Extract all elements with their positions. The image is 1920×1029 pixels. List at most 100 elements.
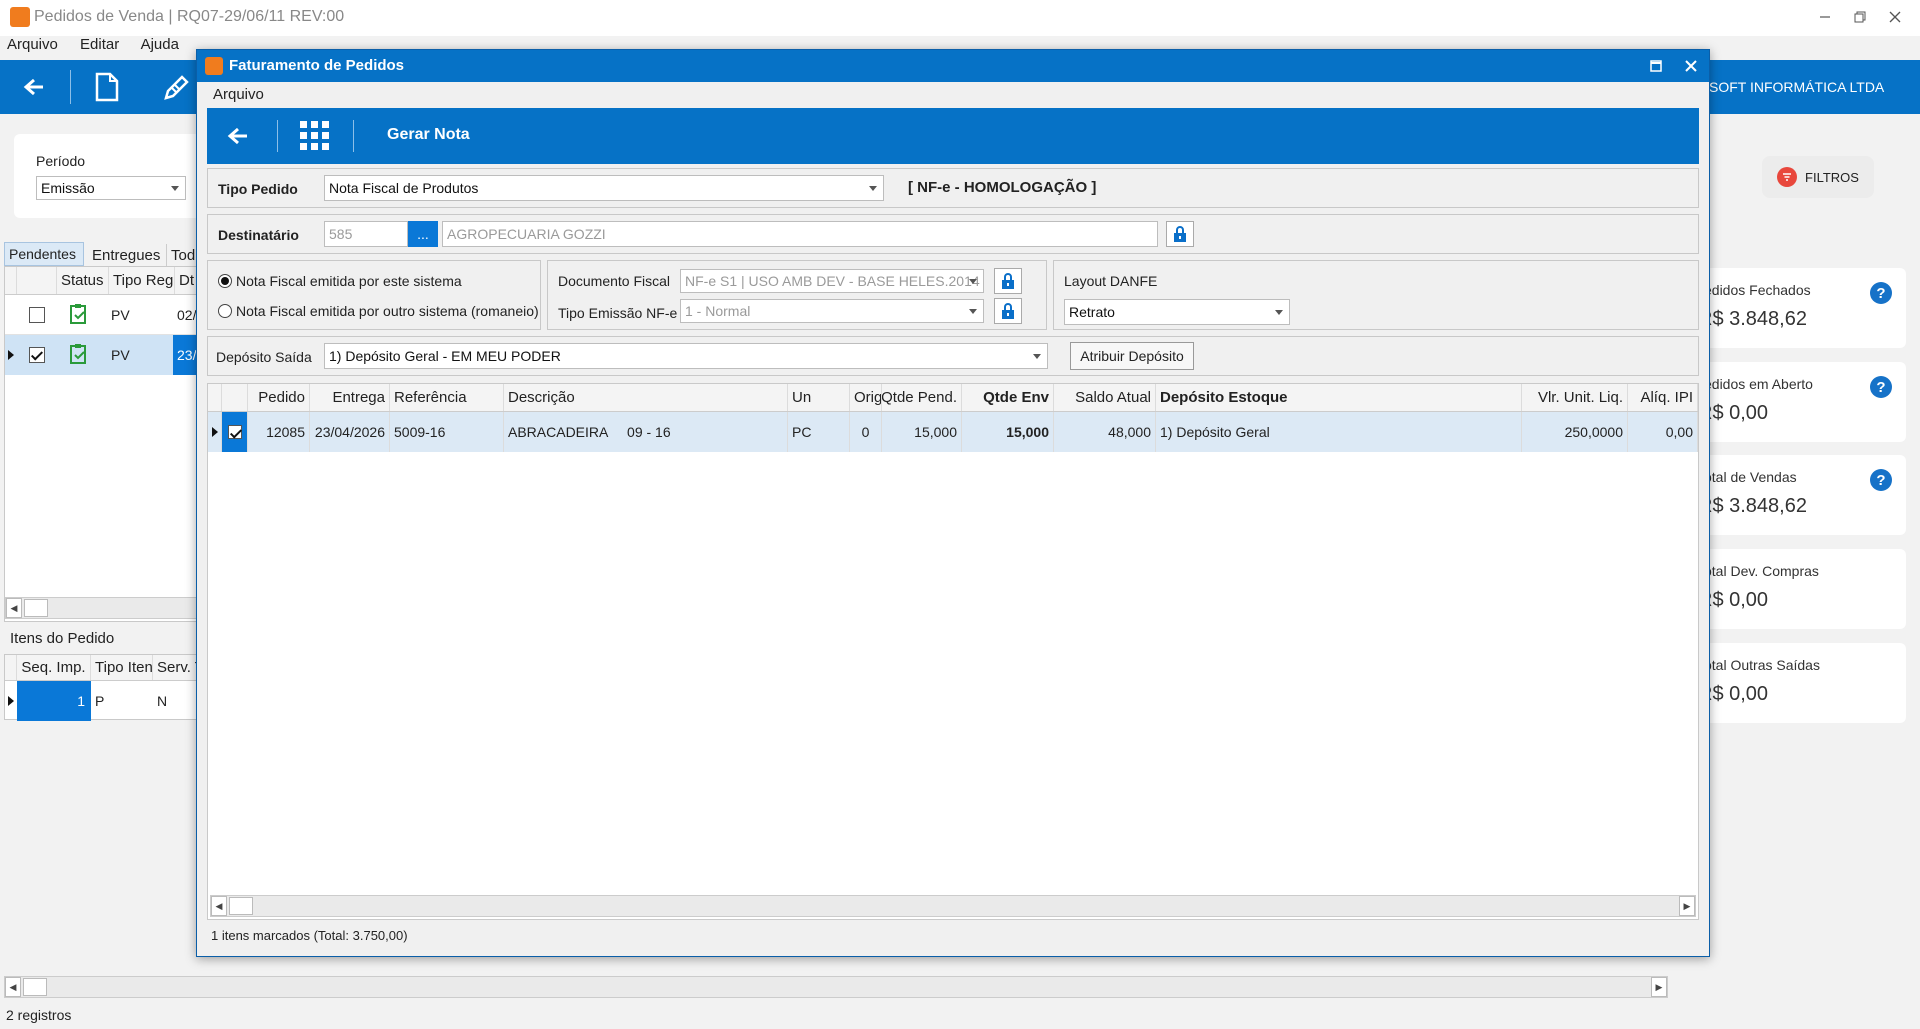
table-row-selected[interactable]: PV 23/ xyxy=(5,335,203,375)
col-deposito-estoque[interactable]: Depósito Estoque xyxy=(1156,384,1522,411)
col-un[interactable]: Un xyxy=(788,384,850,411)
cell-pedido: 12085 xyxy=(248,412,310,452)
table-row[interactable]: PV 02/ xyxy=(5,295,199,335)
emission-origin-panel: Nota Fiscal emitida por este sistema Not… xyxy=(207,260,541,330)
records-count: 2 registros xyxy=(6,1007,72,1023)
documento-fiscal-select[interactable]: NF-e S1 | USO AMB DEV - BASE HELES.2014 xyxy=(680,269,984,293)
destinatario-panel: Destinatário 585 ... AGROPECUARIA GOZZI xyxy=(207,214,1699,254)
cell-deposito[interactable]: 1) Depósito Geral xyxy=(1156,412,1522,452)
col-orig[interactable]: Orig xyxy=(850,384,882,411)
col-tipo-reg[interactable]: Tipo Reg. xyxy=(109,267,175,294)
col-saldo-atual[interactable]: Saldo Atual xyxy=(1054,384,1156,411)
radio-other-system[interactable]: Nota Fiscal emitida por outro sistema (r… xyxy=(218,303,539,319)
scroll-left-icon[interactable]: ◀ xyxy=(5,977,21,997)
cell-entrega: 23/04/2026 xyxy=(310,412,390,452)
tipo-emissao-value: 1 - Normal xyxy=(685,303,751,319)
scroll-right-icon[interactable]: ▶ xyxy=(1651,977,1667,997)
help-icon[interactable]: ? xyxy=(1870,376,1892,398)
destinatario-lookup-button[interactable]: ... xyxy=(408,221,438,247)
col-referencia[interactable]: Referência xyxy=(390,384,504,411)
scroll-left-icon[interactable]: ◀ xyxy=(211,896,227,916)
cell-saldo-atual: 48,000 xyxy=(1054,412,1156,452)
new-document-icon[interactable] xyxy=(92,70,122,104)
radio-this-system[interactable]: Nota Fiscal emitida por este sistema xyxy=(218,273,462,289)
col-vlr-unit[interactable]: Vlr. Unit. Liq. xyxy=(1522,384,1628,411)
menu-arquivo[interactable]: Arquivo xyxy=(7,36,58,53)
card-value: R$ 3.848,62 xyxy=(1698,495,1807,517)
destinatario-lock-icon[interactable] xyxy=(1166,221,1194,247)
dialog-close-icon[interactable] xyxy=(1678,54,1704,78)
tipo-emissao-lock-icon[interactable] xyxy=(994,298,1022,324)
table-row-selected[interactable]: 12085 23/04/2026 5009-16 ABRACADEIRA 09 … xyxy=(208,412,1698,452)
col-entrega[interactable]: Entrega xyxy=(310,384,390,411)
orders-hscrollbar[interactable]: ◀ xyxy=(5,597,199,619)
card-outras-saidas[interactable]: otal Outras Saídas R$ 0,00 xyxy=(1696,643,1906,723)
documento-fiscal-lock-icon[interactable] xyxy=(994,268,1022,294)
menu-ajuda[interactable]: Ajuda xyxy=(141,36,179,53)
col-seq-imp[interactable]: Seq. Imp. xyxy=(17,655,91,680)
tab-entregues[interactable]: Entregues xyxy=(86,244,166,266)
main-hscrollbar[interactable]: ◀ ▶ xyxy=(4,976,1668,998)
col-pedido[interactable]: Pedido xyxy=(248,384,310,411)
minimize-icon[interactable] xyxy=(1810,4,1840,30)
item-tipo: P xyxy=(95,693,105,709)
period-select[interactable]: Emissão xyxy=(36,176,186,200)
back-arrow-icon[interactable] xyxy=(223,122,253,150)
invoice-items-grid: Pedido Entrega Referência Descrição Un O… xyxy=(207,383,1699,920)
cell-referencia: 5009-16 xyxy=(390,412,504,452)
filters-label: FILTROS xyxy=(1805,169,1859,185)
help-icon[interactable]: ? xyxy=(1870,469,1892,491)
card-total-vendas[interactable]: otal de Vendas R$ 3.848,62 ? xyxy=(1696,455,1906,535)
scroll-right-icon[interactable]: ▶ xyxy=(1679,896,1695,916)
destinatario-label: Destinatário xyxy=(218,227,299,243)
row-checkbox[interactable] xyxy=(29,347,45,363)
destinatario-name-field[interactable]: AGROPECUARIA GOZZI xyxy=(442,221,1158,247)
filters-button[interactable]: FILTROS xyxy=(1762,156,1874,198)
card-dev-compras[interactable]: otal Dev. Compras R$ 0,00 xyxy=(1696,549,1906,629)
orders-grid: Status Tipo Reg. Dt E PV 02/ PV 23/ ◀ xyxy=(4,266,203,622)
col-tipo-item[interactable]: Tipo Iten xyxy=(91,655,153,680)
dialog-menu-arquivo[interactable]: Arquivo xyxy=(213,86,264,103)
col-qtde-env[interactable]: Qtde Env xyxy=(962,384,1054,411)
deposito-saida-label: Depósito Saída xyxy=(216,349,312,365)
col-qtde-pend[interactable]: Qtde Pend. xyxy=(882,384,962,411)
row-tipo: PV xyxy=(111,347,130,363)
row-select-cell[interactable] xyxy=(222,412,248,452)
col-aliq-ipi[interactable]: Alíq. IPI xyxy=(1628,384,1698,411)
edit-pencil-icon[interactable] xyxy=(160,70,194,104)
destinatario-code-field[interactable]: 585 xyxy=(324,221,408,247)
row-checkbox[interactable] xyxy=(29,307,45,323)
tab-pendentes[interactable]: Pendentes xyxy=(4,242,84,266)
items-hscrollbar[interactable]: ◀ ▶ xyxy=(210,895,1696,917)
card-pedidos-aberto[interactable]: edidos em Aberto R$ 0,00 ? xyxy=(1696,362,1906,442)
maximize-icon[interactable] xyxy=(1643,54,1669,78)
tipo-emissao-select[interactable]: 1 - Normal xyxy=(680,299,984,323)
col-descricao[interactable]: Descrição xyxy=(504,384,788,411)
table-row[interactable]: 1 P N xyxy=(5,681,199,721)
grid-menu-icon[interactable] xyxy=(299,120,331,152)
card-pedidos-fechados[interactable]: edidos Fechados R$ 3.848,62 ? xyxy=(1696,268,1906,348)
back-arrow-icon[interactable] xyxy=(18,72,50,102)
billing-dialog: Faturamento de Pedidos Arquivo Gerar Not… xyxy=(196,49,1710,957)
tipo-pedido-select[interactable]: Nota Fiscal de Produtos xyxy=(324,175,884,201)
status-invoice-icon xyxy=(69,303,89,325)
card-title: otal de Vendas xyxy=(1704,469,1797,485)
radio-on-icon xyxy=(218,274,232,288)
col-status[interactable]: Status xyxy=(57,267,109,294)
close-icon[interactable] xyxy=(1880,4,1910,30)
item-serv: N xyxy=(157,693,168,709)
menu-editar[interactable]: Editar xyxy=(80,36,119,53)
help-icon[interactable]: ? xyxy=(1870,282,1892,304)
cell-qtde-env[interactable]: 15,000 xyxy=(962,412,1054,452)
deposito-saida-select[interactable]: 1) Depósito Geral - EM MEU PODER xyxy=(324,343,1048,369)
layout-danfe-value: Retrato xyxy=(1069,304,1115,320)
restore-icon[interactable] xyxy=(1845,4,1875,30)
row-checkbox[interactable] xyxy=(227,425,242,439)
scroll-left-icon[interactable]: ◀ xyxy=(6,598,22,618)
cell-descricao: ABRACADEIRA 09 - 16 xyxy=(504,412,788,452)
layout-danfe-panel: Layout DANFE Retrato xyxy=(1053,260,1699,330)
tab-todos[interactable]: Tod xyxy=(166,244,196,266)
generate-invoice-button[interactable]: Gerar Nota xyxy=(387,126,470,144)
layout-danfe-select[interactable]: Retrato xyxy=(1064,299,1290,325)
assign-deposit-button[interactable]: Atribuir Depósito xyxy=(1070,342,1194,370)
